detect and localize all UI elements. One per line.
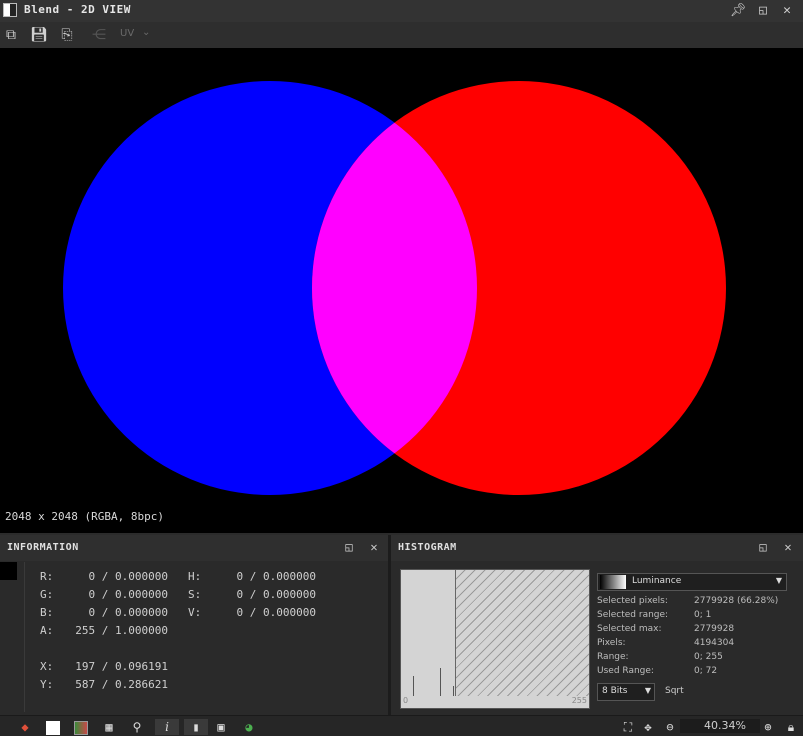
graph-icon: ⋲ xyxy=(92,27,106,43)
histogram-header: HISTOGRAM ◱ ✕ xyxy=(391,535,803,561)
color-wheel-icon[interactable]: ◕ xyxy=(241,719,257,735)
info-value: 587 / 0.286621 xyxy=(75,678,168,691)
info-label: G: xyxy=(40,588,54,601)
close-icon[interactable]: ✕ xyxy=(366,539,382,555)
white-swatch-icon[interactable] xyxy=(46,721,60,735)
image-viewport[interactable]: 2048 x 2048 (RGBA, 8bpc) xyxy=(0,48,803,533)
status-bar: ◆ ▦ ⚲ i ▮ ▣ ◕ ⛶ ✥ ⊖ 40.34% ⊕ 🔒︎ xyxy=(0,715,803,736)
stat-label: Used Range: xyxy=(597,666,654,676)
chevron-down-icon[interactable]: ⌄ xyxy=(142,27,150,38)
info-label: S: xyxy=(188,588,202,601)
copy-icon[interactable]: ⎘ xyxy=(57,26,77,44)
histogram-plot[interactable]: 0 255 xyxy=(400,569,590,709)
move-icon[interactable]: ✥ xyxy=(640,719,656,735)
restore-icon[interactable]: ◱ xyxy=(754,2,772,20)
channel-label: Luminance xyxy=(632,576,682,586)
stat-value: 0; 1 xyxy=(694,610,712,620)
export-icon[interactable]: ⧉ xyxy=(1,26,21,44)
information-panel: INFORMATION ◱ ✕ R: 0 / 0.000000 G: 0 / 0… xyxy=(0,535,388,715)
fit-icon[interactable]: ⛶ xyxy=(620,719,636,735)
close-icon[interactable]: ✕ xyxy=(780,539,796,555)
info-label: R: xyxy=(40,570,54,583)
info-label: A: xyxy=(40,624,54,637)
histogram-panel: HISTOGRAM ◱ ✕ 0 255 Luminance ▼ Selected… xyxy=(391,535,803,715)
chevron-down-icon: ▼ xyxy=(775,576,782,585)
stat-value: 2779928 xyxy=(694,624,735,634)
stat-label: Pixels: xyxy=(597,638,626,648)
stat-label: Selected pixels: xyxy=(597,596,668,606)
zoom-in-icon[interactable]: ⊕ xyxy=(760,719,776,735)
title-bar: Blend - 2D VIEW 📌︎ ◱ ✕ xyxy=(0,0,803,22)
info-value: 197 / 0.096191 xyxy=(75,660,168,673)
pin-icon[interactable]: 📌︎ xyxy=(729,2,747,20)
chevron-down-icon: ▼ xyxy=(644,686,651,695)
info-value: 0 / 0.000000 xyxy=(88,606,168,619)
info-label: H: xyxy=(188,570,202,583)
histogram-bar xyxy=(440,668,441,696)
info-value: 255 / 1.000000 xyxy=(75,624,168,637)
color-swatch xyxy=(0,562,17,580)
histogram-bar xyxy=(453,686,454,696)
luminance-gradient xyxy=(600,575,626,589)
stat-value: 2779928 (66.28%) xyxy=(694,596,779,606)
axis-max-label: 255 xyxy=(571,696,587,705)
info-value: 0 / 0.000000 xyxy=(236,588,316,601)
image-dimensions: 2048 x 2048 (RGBA, 8bpc) xyxy=(5,510,164,523)
panel-title: INFORMATION xyxy=(7,542,79,553)
layers-icon[interactable]: ◆ xyxy=(17,719,33,735)
sqrt-toggle[interactable]: Sqrt xyxy=(665,686,684,696)
stat-value: 4194304 xyxy=(694,638,735,648)
stat-label: Selected max: xyxy=(597,624,662,634)
axis-min-label: 0 xyxy=(403,696,409,705)
info-value: 0 / 0.000000 xyxy=(88,588,168,601)
info-label: B: xyxy=(40,606,54,619)
save-icon[interactable]: 💾︎ xyxy=(29,26,49,44)
blend-image xyxy=(63,81,726,495)
uv-dropdown-label[interactable]: UV xyxy=(120,28,134,39)
histogram-bar xyxy=(413,676,414,696)
bits-label: 8 Bits xyxy=(602,686,628,696)
close-icon[interactable]: ✕ xyxy=(778,2,796,20)
info-label: Y: xyxy=(40,678,54,691)
stat-label: Range: xyxy=(597,652,629,662)
gradient-swatch-icon[interactable] xyxy=(74,721,88,735)
info-value: 0 / 0.000000 xyxy=(236,570,316,583)
histogram-icon[interactable]: ▮ xyxy=(184,719,208,735)
window-title: Blend - 2D VIEW xyxy=(24,3,131,16)
checker-icon xyxy=(3,3,17,17)
pick-icon[interactable]: ⚲ xyxy=(129,719,145,735)
divider xyxy=(24,562,25,712)
zoom-out-icon[interactable]: ⊖ xyxy=(662,719,678,735)
image-icon[interactable]: ▣ xyxy=(213,719,229,735)
stat-label: Selected range: xyxy=(597,610,669,620)
panel-title: HISTOGRAM xyxy=(398,542,457,553)
lock-icon[interactable]: 🔒︎ xyxy=(783,719,799,735)
restore-icon[interactable]: ◱ xyxy=(341,539,357,555)
grid-icon[interactable]: ▦ xyxy=(101,719,117,735)
toolbar: ⧉ 💾︎ ⎘ ⋲ UV ⌄ xyxy=(0,22,803,49)
stat-value: 0; 72 xyxy=(694,666,718,676)
bits-select[interactable]: 8 Bits ▼ xyxy=(597,683,655,701)
info-value: 0 / 0.000000 xyxy=(236,606,316,619)
stat-value: 0; 255 xyxy=(694,652,723,662)
info-icon[interactable]: i xyxy=(155,719,179,735)
unselected-range xyxy=(455,570,589,696)
info-label: X: xyxy=(40,660,54,673)
info-value: 0 / 0.000000 xyxy=(88,570,168,583)
information-header: INFORMATION ◱ ✕ xyxy=(0,535,388,561)
channel-select[interactable]: Luminance ▼ xyxy=(597,573,787,591)
info-label: V: xyxy=(188,606,202,619)
restore-icon[interactable]: ◱ xyxy=(755,539,771,555)
zoom-value[interactable]: 40.34% xyxy=(704,719,746,732)
